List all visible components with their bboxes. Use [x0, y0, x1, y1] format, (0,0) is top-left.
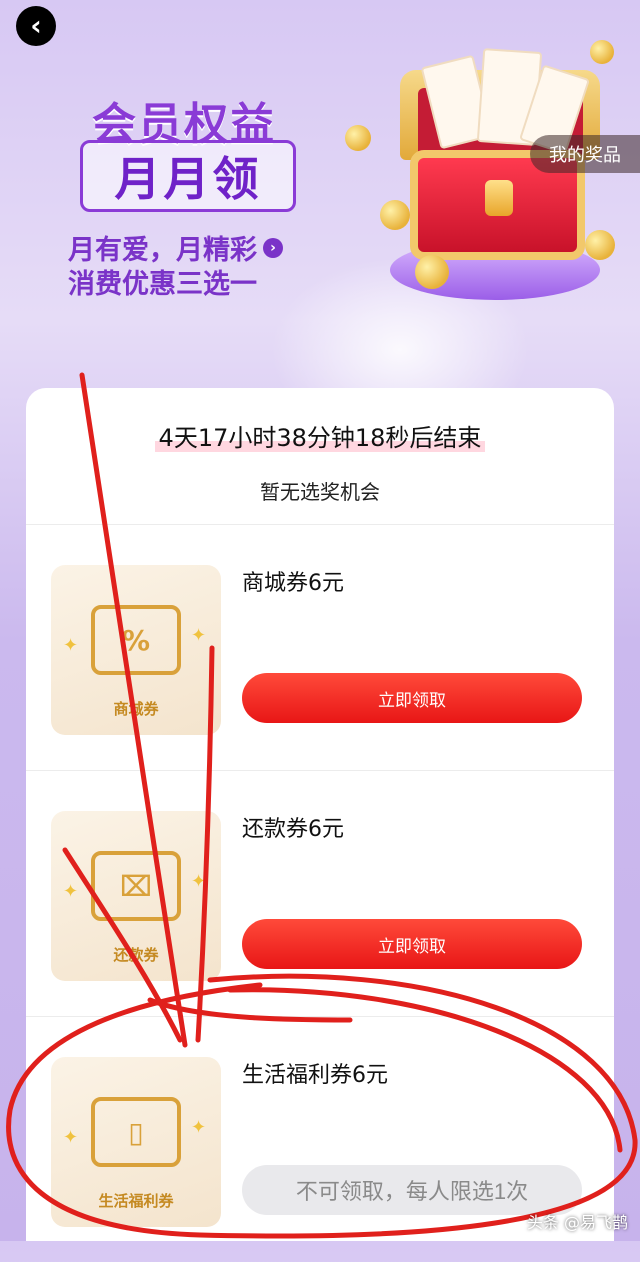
chevron-right-circle-icon: › [263, 237, 283, 258]
sparkle-icon: ✦ [191, 625, 207, 646]
countdown-text: 4天17小时38分钟18秒后结束 [154, 424, 486, 452]
rewards-card: 4天17小时38分钟18秒后结束 暂无选奖机会 ✦ ✦ % 商城券 商城券6元 … [26, 388, 614, 1241]
mall-coupon-image: ✦ ✦ % 商城券 [51, 565, 221, 735]
banner-subtitle-box: 月月领 [80, 140, 296, 212]
no-chance-text: 暂无选奖机会 [260, 480, 380, 504]
back-button[interactable]: ‹ [16, 6, 56, 46]
repayment-coupon-image: ✦ ✦ ⌧ 还款券 [51, 811, 221, 981]
phone-icon: ▯ [91, 1097, 181, 1167]
coin-icon [590, 40, 614, 64]
banner-subtitle: 月月领 [114, 152, 262, 206]
sparkle-icon: ✦ [63, 881, 79, 902]
list-item-life-welfare-coupon: ✦ ✦ ▯ 生活福利券 生活福利券6元 不可领取，每人限选1次 [26, 1017, 614, 1262]
coin-icon [585, 230, 615, 260]
shop-icon: % [91, 605, 181, 675]
sparkle-icon: ✦ [63, 1127, 79, 1148]
coin-icon [380, 200, 410, 230]
coupon-image-label: 商城券 [113, 700, 159, 718]
list-item-mall-coupon: ✦ ✦ % 商城券 商城券6元 立即领取 [26, 525, 614, 770]
my-prizes-button[interactable]: 我的奖品 [530, 135, 640, 173]
treasure-chest-illustration [340, 30, 640, 320]
claim-button[interactable]: 立即领取 [242, 673, 582, 723]
watermark: 头条 @易飞鹊 [526, 1213, 628, 1232]
claim-button-disabled: 不可领取，每人限选1次 [242, 1165, 582, 1215]
chest-lock-icon [485, 180, 513, 216]
chevron-left-icon: ‹ [30, 9, 42, 42]
sparkle-icon: ✦ [191, 1117, 207, 1138]
coupon-image-label: 还款券 [113, 946, 159, 964]
sparkle-icon: ✦ [191, 871, 207, 892]
life-welfare-coupon-image: ✦ ✦ ▯ 生活福利券 [51, 1057, 221, 1227]
sparkle-icon: ✦ [63, 635, 79, 656]
coin-icon [345, 125, 371, 151]
slogan-line-2: 消费优惠三选一 [68, 269, 257, 300]
coupon-name: 还款券6元 [242, 817, 344, 842]
countdown-timer: 4天17小时38分钟18秒后结束 [26, 418, 614, 453]
coin-icon [415, 255, 449, 289]
list-item-repayment-coupon: ✦ ✦ ⌧ 还款券 还款券6元 立即领取 [26, 771, 614, 1016]
coupon-name: 商城券6元 [242, 571, 344, 596]
claim-button[interactable]: 立即领取 [242, 919, 582, 969]
coupon-name: 生活福利券6元 [242, 1063, 388, 1088]
coupon-image-label: 生活福利券 [98, 1192, 174, 1210]
card-icon: ⌧ [91, 851, 181, 921]
